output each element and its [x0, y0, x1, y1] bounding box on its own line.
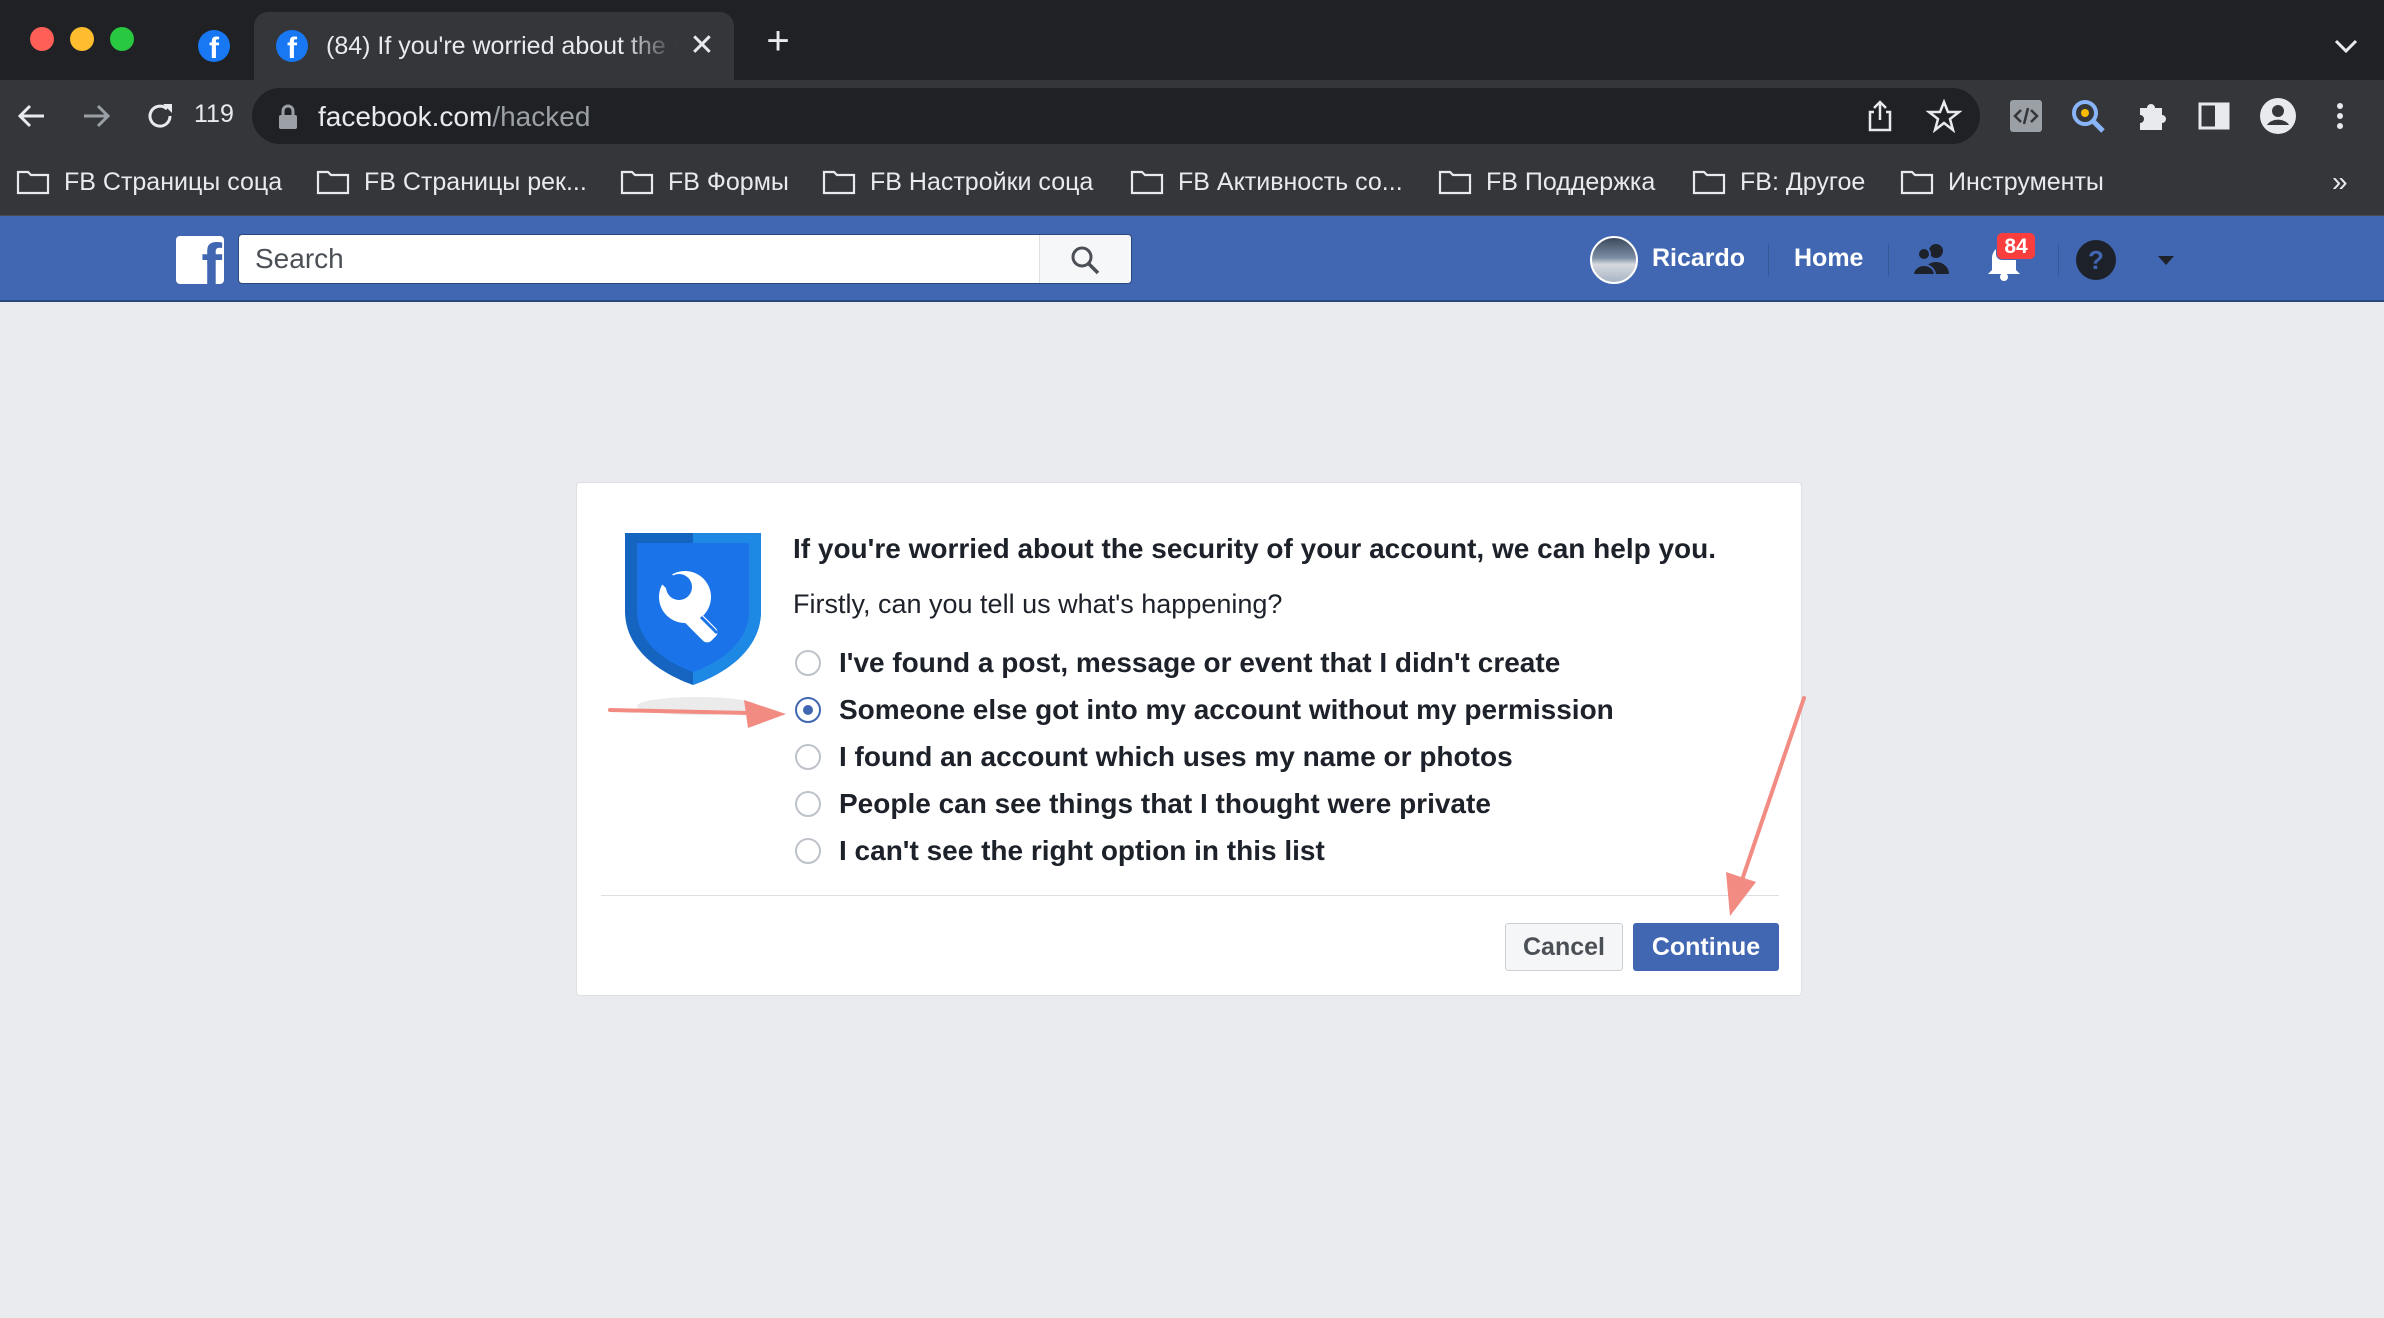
pinned-facebook-tab-icon[interactable]: f: [198, 30, 230, 62]
shield-wrench-icon: [625, 533, 761, 685]
search-input[interactable]: [239, 235, 1039, 283]
folder-icon: [822, 170, 856, 195]
cancel-button[interactable]: Cancel: [1505, 923, 1623, 971]
folder-icon: [620, 170, 654, 195]
nav-divider: [1768, 244, 1769, 276]
browser-tab-strip: f f (84) If you're worried about the sec…: [0, 0, 2384, 80]
friend-requests-icon[interactable]: [1908, 236, 1956, 284]
bookmarks-overflow-button[interactable]: »: [2332, 166, 2348, 198]
bookmark-folder[interactable]: FB Поддержка: [1438, 164, 1655, 200]
folder-icon: [316, 170, 350, 195]
folder-icon: [1692, 170, 1726, 195]
lock-icon[interactable]: [276, 104, 300, 130]
option-other[interactable]: I can't see the right option in this lis…: [795, 833, 1325, 869]
window-zoom-button[interactable]: [110, 27, 134, 51]
back-arrow-icon[interactable]: [10, 94, 54, 138]
folder-icon: [1900, 170, 1934, 195]
tab-search-chevron-icon[interactable]: [2326, 26, 2366, 66]
radio-button[interactable]: [795, 791, 821, 817]
nav-divider: [2058, 244, 2059, 276]
home-link[interactable]: Home: [1794, 244, 1863, 273]
folder-icon: [1130, 170, 1164, 195]
option-post-not-created[interactable]: I've found a post, message or event that…: [795, 645, 1560, 681]
window-close-button[interactable]: [30, 27, 54, 51]
bookmark-folder[interactable]: FB Формы: [620, 164, 789, 200]
radio-button[interactable]: [795, 744, 821, 770]
radio-button[interactable]: [795, 650, 821, 676]
bookmark-star-icon[interactable]: [1926, 98, 1962, 134]
bookmark-folder[interactable]: FB Страницы соца: [16, 164, 282, 200]
tab-title: (84) If you're worried about the securit…: [326, 32, 676, 60]
active-tab[interactable]: f (84) If you're worried about the secur…: [254, 12, 734, 80]
dialog-divider: [601, 895, 1779, 896]
radio-button[interactable]: [795, 838, 821, 864]
facebook-logo-icon[interactable]: f: [176, 236, 224, 284]
window-minimize-button[interactable]: [70, 27, 94, 51]
help-question-icon[interactable]: ?: [2072, 236, 2120, 284]
bookmark-folder[interactable]: FB: Другое: [1692, 164, 1865, 200]
dialog-headline: If you're worried about the security of …: [793, 533, 1717, 564]
bookmark-folder[interactable]: FB Настройки соца: [822, 164, 1093, 200]
share-icon[interactable]: [1862, 98, 1898, 134]
radio-button-selected[interactable]: [795, 697, 821, 723]
extension-counter: 119: [194, 100, 234, 128]
reload-icon[interactable]: [138, 94, 182, 138]
account-menu-chevron-icon[interactable]: [2142, 236, 2190, 284]
bookmark-folder[interactable]: FB Страницы рек...: [316, 164, 587, 200]
bookmark-folder[interactable]: Инструменты: [1900, 164, 2104, 200]
nav-divider: [1888, 244, 1889, 276]
profile-link[interactable]: Ricardo: [1652, 244, 1745, 273]
profile-icon[interactable]: [2256, 94, 2300, 138]
bookmarks-bar: FB Страницы соца FB Страницы рек... FB Ф…: [0, 152, 2384, 216]
option-impersonation[interactable]: I found an account which uses my name or…: [795, 739, 1513, 775]
option-someone-got-in[interactable]: Someone else got into my account without…: [795, 692, 1614, 728]
folder-icon: [16, 170, 50, 195]
facebook-header: f Ricardo Home 84 ?: [0, 216, 2384, 302]
bookmark-folder[interactable]: FB Активность со...: [1130, 164, 1403, 200]
search-button[interactable]: [1039, 235, 1131, 283]
new-tab-button[interactable]: +: [758, 21, 798, 62]
address-bar[interactable]: facebook.com/hacked: [252, 88, 1980, 144]
browser-menu-icon[interactable]: [2318, 94, 2362, 138]
avatar[interactable]: [1590, 236, 1638, 284]
continue-button[interactable]: Continue: [1633, 923, 1779, 971]
search-icon: [1071, 246, 1100, 275]
extensions-puzzle-icon[interactable]: [2130, 94, 2174, 138]
browser-toolbar: 119 facebook.com/hacked: [0, 80, 2384, 152]
tab-close-icon[interactable]: ✕: [684, 28, 720, 64]
shield-shadow: [637, 697, 757, 715]
dialog-question: Firstly, can you tell us what's happenin…: [793, 589, 1283, 619]
code-extension-icon[interactable]: [2004, 94, 2048, 138]
security-help-dialog: If you're worried about the security of …: [576, 482, 1802, 996]
folder-icon: [1438, 170, 1472, 195]
search-extension-icon[interactable]: [2066, 94, 2110, 138]
option-privacy[interactable]: People can see things that I thought wer…: [795, 786, 1491, 822]
facebook-search-bar: [238, 234, 1132, 284]
url-text: facebook.com/hacked: [318, 101, 591, 132]
forward-arrow-icon[interactable]: [74, 94, 118, 138]
side-panel-icon[interactable]: [2192, 94, 2236, 138]
svg-text:?: ?: [2088, 245, 2104, 275]
notification-count-badge: 84: [1996, 232, 2036, 260]
facebook-favicon-icon: f: [276, 30, 308, 62]
